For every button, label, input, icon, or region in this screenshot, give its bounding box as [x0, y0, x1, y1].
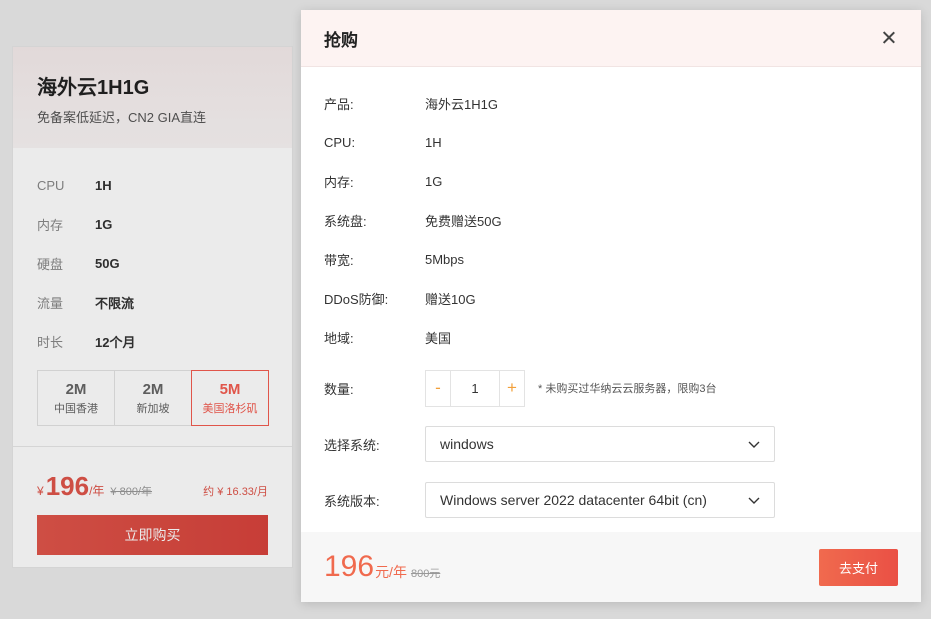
bandwidth-region: 美国洛杉矶 [202, 402, 258, 415]
modal-body: 产品: 海外云1H1G CPU: 1H 内存: 1G 系统盘: 免费赠送50G … [301, 67, 921, 528]
modal-title: 抢购 [324, 30, 358, 50]
info-row-bandwidth: 带宽: 5Mbps [324, 240, 898, 279]
bandwidth-value: 5M [219, 380, 241, 398]
quantity-label: 数量: [324, 381, 354, 397]
info-label: 带宽: [324, 253, 354, 268]
info-row-cpu: CPU: 1H [324, 123, 898, 162]
pay-button[interactable]: 去支付 [819, 548, 898, 586]
decrement-button[interactable]: - [426, 371, 450, 406]
chevron-down-icon [748, 497, 760, 504]
os-select[interactable]: windows [425, 426, 775, 462]
info-value: 赠送10G [425, 292, 476, 307]
info-row-memory: 内存: 1G [324, 162, 898, 201]
os-select-value: windows [440, 436, 494, 452]
version-select[interactable]: Windows server 2022 datacenter 64bit (cn… [425, 482, 775, 518]
version-row: 系统版本: Windows server 2022 datacenter 64b… [324, 472, 898, 528]
info-row-disk: 系统盘: 免费赠送50G [324, 201, 898, 240]
quantity-note: * 未购买过华纳云云服务器，限购3台 [538, 383, 717, 395]
quantity-stepper: - + [425, 369, 525, 407]
info-value: 海外云1H1G [425, 97, 498, 112]
version-label: 系统版本: [324, 493, 380, 509]
os-label: 选择系统: [324, 437, 380, 453]
info-value: 5Mbps [425, 252, 465, 267]
purchase-modal: 抢购 产品: 海外云1H1G CPU: 1H 内存: 1G 系统盘: 免费赠送5… [301, 10, 921, 602]
info-value: 美国 [425, 331, 452, 346]
quantity-input[interactable] [450, 370, 500, 406]
info-row-region: 地域: 美国 [324, 318, 898, 357]
info-value: 免费赠送50G [425, 214, 502, 229]
info-label: 内存: [324, 175, 354, 190]
modal-footer: 196 元/年 800元 去支付 [301, 532, 921, 602]
info-label: 产品: [324, 97, 354, 112]
info-row-ddos: DDoS防御: 赠送10G [324, 279, 898, 318]
quantity-row: 数量: - + * 未购买过华纳云云服务器，限购3台 [324, 360, 898, 416]
close-icon[interactable] [880, 29, 898, 47]
info-value: 1H [425, 135, 442, 150]
version-select-value: Windows server 2022 datacenter 64bit (cn… [440, 492, 707, 508]
os-row: 选择系统: windows [324, 416, 898, 472]
info-label: 系统盘: [324, 214, 367, 229]
info-label: 地域: [324, 331, 354, 346]
info-label: DDoS防御: [324, 292, 389, 307]
total-price: 196 [324, 550, 375, 583]
info-row-product: 产品: 海外云1H1G [324, 84, 898, 123]
original-price: 800元 [410, 568, 441, 580]
info-label: CPU: [324, 135, 356, 150]
total-price-unit: 元/年 [375, 564, 407, 580]
increment-button[interactable]: + [500, 371, 524, 406]
bandwidth-option-losangeles[interactable]: 5M 美国洛杉矶 [191, 370, 269, 426]
chevron-down-icon [748, 441, 760, 448]
info-value: 1G [425, 174, 443, 189]
modal-header: 抢购 [301, 10, 921, 67]
